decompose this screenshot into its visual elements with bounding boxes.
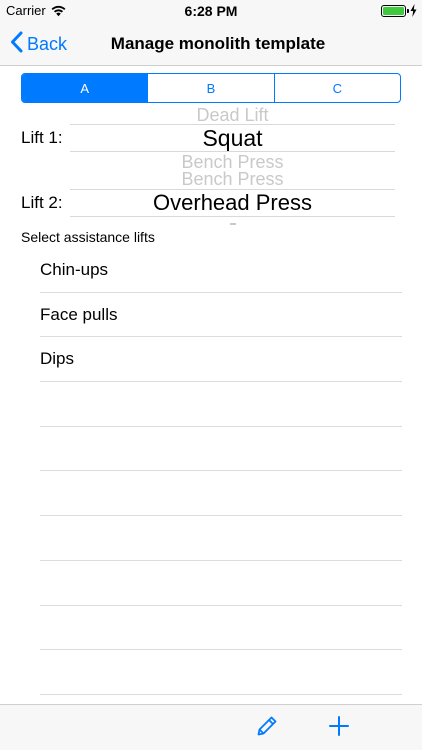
assistance-section-header: Select assistance lifts	[21, 229, 155, 245]
edit-button[interactable]	[252, 713, 282, 743]
assistance-list: Chin-ups Face pulls Dips	[0, 248, 422, 740]
back-label: Back	[27, 33, 68, 54]
list-item[interactable]: Dips	[0, 337, 422, 383]
segment-b[interactable]: B	[147, 74, 273, 102]
list-item[interactable]	[0, 516, 422, 561]
list-item-label: Face pulls	[40, 304, 118, 324]
list-item[interactable]	[0, 606, 422, 651]
list-item[interactable]	[0, 561, 422, 606]
picker-row-above[interactable]: Bench Press	[70, 169, 395, 189]
picker-selection-line-bottom	[70, 216, 395, 217]
battery-cap	[407, 9, 409, 13]
picker-row-below[interactable]	[70, 223, 395, 227]
list-item[interactable]	[0, 382, 422, 427]
list-item[interactable]: Face pulls	[0, 293, 422, 338]
chevron-left-icon	[10, 31, 23, 58]
picker-row-above[interactable]: Dead Lift	[70, 105, 395, 125]
status-bar: Carrier 6:28 PM	[0, 0, 422, 22]
list-item[interactable]	[0, 650, 422, 695]
list-item[interactable]: Chin-ups	[0, 248, 422, 293]
page-title: Manage monolith template	[110, 34, 326, 53]
template-segmented-control: A B C	[21, 73, 401, 103]
clock: 6:28 PM	[184, 3, 238, 19]
battery-icon	[381, 5, 406, 17]
pencil-icon	[256, 715, 278, 742]
navigation-bar: Back Manage monolith template	[0, 22, 422, 66]
lift-1-label: Lift 1:	[21, 128, 63, 147]
segment-c[interactable]: C	[273, 74, 400, 102]
picker-row-selected[interactable]: Overhead Press	[70, 190, 395, 217]
lift-2-picker[interactable]: Bench Press Overhead Press	[70, 167, 395, 231]
charging-bolt-icon	[410, 4, 417, 22]
back-button[interactable]: Back	[10, 22, 67, 66]
picker-row-selected[interactable]: Squat	[70, 125, 395, 153]
list-item-label: Dips	[40, 349, 75, 369]
lift-2-label: Lift 2:	[21, 193, 63, 212]
list-item-label: Chin-ups	[40, 260, 109, 279]
plus-icon	[328, 715, 350, 742]
list-item[interactable]	[0, 427, 422, 472]
battery-level	[383, 7, 404, 15]
segment-a[interactable]: A	[22, 74, 148, 102]
bottom-toolbar	[0, 704, 422, 750]
list-item[interactable]	[0, 471, 422, 517]
add-button[interactable]	[324, 713, 354, 743]
